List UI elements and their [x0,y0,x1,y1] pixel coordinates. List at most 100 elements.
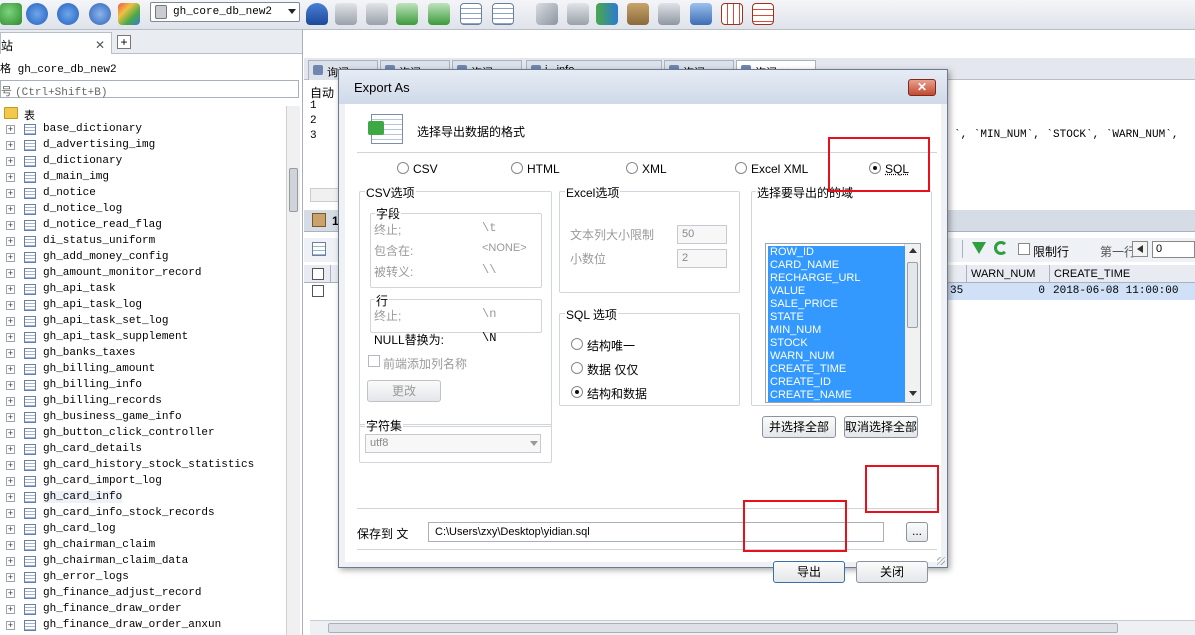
editor-code-line[interactable]: `, `MIN_NUM`, `STOCK`, `WARN_NUM`, [954,129,1178,141]
scrollbar-thumb[interactable] [328,623,1118,633]
tree-item-table[interactable]: + gh_error_logs [0,570,290,586]
tree-item-table[interactable]: + d_dictionary [0,154,290,170]
field-list-item[interactable]: ROW_ID [768,246,905,259]
tree-filter-input[interactable]: 号 (Ctrl+Shift+B) [0,80,299,99]
row-checkbox[interactable] [312,285,324,297]
select-all-checkbox[interactable] [312,268,324,280]
connection-tab[interactable]: 站 ✕ [0,32,112,54]
export-button[interactable]: 导出 [773,561,845,583]
tree-item-table[interactable]: + gh_card_info [0,490,290,506]
expand-icon[interactable]: + [6,589,15,598]
expand-icon[interactable]: + [6,461,15,470]
table-icon[interactable] [460,3,482,25]
close-icon[interactable]: ✕ [95,38,105,52]
play-icon[interactable] [26,3,48,25]
refresh-icon[interactable] [994,241,1008,255]
tree-item-table[interactable]: + gh_billing_info [0,378,290,394]
grid-icon[interactable] [721,3,743,25]
expand-icon[interactable]: + [6,365,15,374]
grid-cell-warn-num[interactable]: 0 [966,283,1049,300]
field-list[interactable]: ROW_ID CARD_NAME RECHARGE_URL VALUE SALE_PRI… [765,243,921,403]
field-list-item[interactable]: STATE [768,311,905,324]
previous-page-button[interactable] [1132,241,1148,257]
tree-item-table[interactable]: + gh_card_log [0,522,290,538]
browse-button[interactable]: ... [906,522,928,542]
table-lock-icon[interactable] [492,3,514,25]
expand-icon[interactable]: + [6,573,15,582]
monitor-icon[interactable] [690,3,712,25]
charset-select[interactable]: utf8 [365,434,541,453]
expand-icon[interactable]: + [6,381,15,390]
expand-icon[interactable]: + [6,413,15,422]
db-add-icon[interactable] [335,3,357,25]
tree-item-table[interactable]: + gh_card_history_stock_statistics [0,458,290,474]
scrollbar-thumb[interactable] [907,262,918,328]
text-limit-input[interactable]: 50 [677,225,727,244]
tree-item-table[interactable]: + gh_chairman_claim_data [0,554,290,570]
format-radio-excel-xml[interactable] [735,162,747,174]
tree-item-table[interactable]: + gh_api_task [0,282,290,298]
expand-icon[interactable]: + [6,477,15,486]
expand-icon[interactable]: + [6,269,15,278]
format-radio-csv[interactable] [397,162,409,174]
expand-icon[interactable]: + [6,621,15,630]
enclosed-value[interactable]: <NONE> [482,242,527,254]
db-sync-icon[interactable] [567,3,589,25]
expand-icon[interactable]: + [6,397,15,406]
db-import-icon[interactable] [396,3,418,25]
refresh-icon[interactable] [0,3,22,25]
grid-cell[interactable]: 35 [946,283,966,300]
expand-icon[interactable]: + [6,125,15,134]
field-list-item[interactable]: CREATE_NAME [768,389,905,402]
expand-icon[interactable]: + [6,157,15,166]
tree-item-table[interactable]: + gh_api_task_log [0,298,290,314]
limit-rows-checkbox[interactable] [1018,243,1030,255]
expand-icon[interactable]: + [6,429,15,438]
grid-scrollbar[interactable] [310,620,1195,635]
decimals-input[interactable]: 2 [677,249,727,268]
tree-scrollbar[interactable] [286,106,300,635]
expand-icon[interactable]: + [6,141,15,150]
tree-item-table[interactable]: + gh_card_info_stock_records [0,506,290,522]
grid-header-warn-num[interactable]: WARN_NUM [966,265,1049,283]
expand-icon[interactable]: + [6,349,15,358]
expand-icon[interactable]: + [6,301,15,310]
deselect-all-button[interactable]: 取消选择全部 [844,416,918,438]
expand-icon[interactable]: + [6,189,15,198]
tree-item-table[interactable]: + gh_card_details [0,442,290,458]
change-button[interactable]: 更改 [367,380,441,402]
expand-icon[interactable]: + [6,557,15,566]
schedule-icon[interactable] [658,3,680,25]
tree-item-table[interactable]: + gh_banks_taxes [0,346,290,362]
expand-icon[interactable]: + [6,541,15,550]
escaped-value[interactable]: \\ [482,263,496,277]
scrollbar-thumb[interactable] [289,168,298,212]
tree-item-table[interactable]: + gh_button_click_controller [0,426,290,442]
tree-item-table[interactable]: + di_status_uniform [0,234,290,250]
expand-icon[interactable]: + [6,525,15,534]
tree-item-table[interactable]: + gh_add_money_config [0,250,290,266]
field-list-item[interactable]: STOCK [768,337,905,350]
first-row-input[interactable]: 0 [1152,241,1195,258]
resize-grip-icon[interactable] [937,557,945,565]
close-button[interactable]: 关闭 [856,561,928,583]
field-list-scrollbar[interactable] [904,244,920,402]
tree-item-table[interactable]: + gh_finance_adjust_record [0,586,290,602]
expand-icon[interactable]: + [6,285,15,294]
db-add-2-icon[interactable] [366,3,388,25]
null-replace-value[interactable]: \N [482,331,496,345]
expand-icon[interactable]: + [6,253,15,262]
scroll-down-icon[interactable] [909,391,917,396]
tree-item-table[interactable]: + gh_billing_records [0,394,290,410]
sql-radio-data-only[interactable] [571,362,583,374]
tree-item-table[interactable]: + d_notice_log [0,202,290,218]
field-list-item[interactable]: RECHARGE_URL [768,272,905,285]
expand-icon[interactable]: + [6,605,15,614]
tree-item-table[interactable]: + gh_billing_amount [0,362,290,378]
sql-radio-structure-only[interactable] [571,338,583,350]
grid-cell-create-time[interactable]: 2018-06-08 11:00:00 [1049,283,1195,300]
tree-item-table[interactable]: + gh_business_game_info [0,410,290,426]
tree-item-table[interactable]: + d_advertising_img [0,138,290,154]
tree-folder-tables[interactable]: 表 [0,106,290,122]
line-terminated-value[interactable]: \n [482,307,496,321]
